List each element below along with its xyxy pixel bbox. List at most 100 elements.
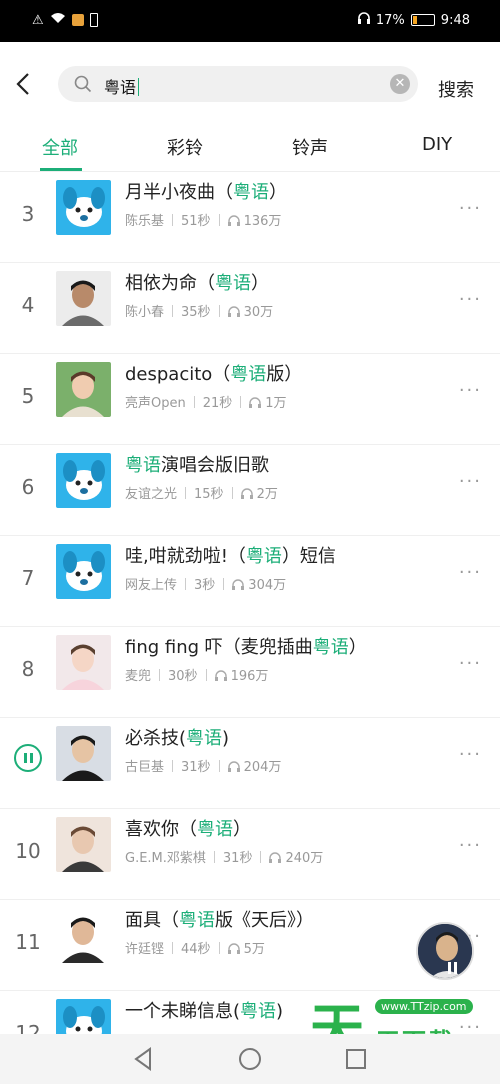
artist-name: 麦兜 <box>125 669 152 684</box>
highlight-keyword: 粤语 <box>215 273 251 294</box>
list-item[interactable]: 3 月半小夜曲（粤语） 陈乐基 51秒 136万 ··· <box>0 172 500 263</box>
tab-diy[interactable]: DIY <box>422 134 452 155</box>
song-thumbnail <box>56 362 111 417</box>
title-suffix: ) <box>222 728 230 749</box>
item-meta: 陈乐基 51秒 136万 <box>125 210 281 229</box>
nav-recents-icon[interactable] <box>344 1047 368 1071</box>
headphone-icon <box>227 761 240 772</box>
song-title: 必杀技(粤语) <box>125 724 229 750</box>
result-list: 3 月半小夜曲（粤语） 陈乐基 51秒 136万 ··· 4 相依为命（粤语） 陈小春 35秒 30… <box>0 172 500 1034</box>
item-meta: 陈小春 35秒 30万 <box>125 301 273 320</box>
play-count: 240万 <box>285 851 324 866</box>
artist-name: G.E.M.邓紫棋 <box>125 851 206 866</box>
title-suffix: ）短信 <box>281 546 336 567</box>
more-options-icon[interactable]: ··· <box>459 653 482 674</box>
title-prefix: 喜欢你（ <box>125 819 197 840</box>
list-item[interactable]: 8 fing fing 吓（麦兜插曲粤语） 麦兜 30秒 196万 ··· <box>0 627 500 718</box>
play-count: 196万 <box>230 669 269 684</box>
divider <box>223 578 225 590</box>
highlight-keyword: 粤语 <box>240 1001 277 1022</box>
more-options-icon[interactable]: ··· <box>459 835 482 856</box>
duration: 15秒 <box>194 487 224 502</box>
more-options-icon[interactable]: ··· <box>459 471 482 492</box>
title-suffix: ） <box>348 637 367 658</box>
nav-back-icon[interactable] <box>132 1047 154 1071</box>
song-thumbnail <box>56 817 111 872</box>
title-suffix: ) <box>276 1001 284 1022</box>
title-suffix: ） <box>251 273 269 294</box>
rank-number: 8 <box>21 657 35 681</box>
divider <box>240 396 242 408</box>
alert-icon: ⚠ <box>32 12 44 28</box>
mini-player-button[interactable] <box>416 922 474 980</box>
rank-number: 6 <box>21 475 35 499</box>
wifi-icon <box>50 12 66 28</box>
more-options-icon[interactable]: ··· <box>459 380 482 401</box>
duration: 51秒 <box>181 214 211 229</box>
list-item[interactable]: 6 粤语演唱会版旧歌 友谊之光 15秒 2万 ··· <box>0 445 500 536</box>
rank-number: 3 <box>21 202 35 226</box>
title-prefix: 面具（ <box>125 910 179 931</box>
system-nav-bar <box>0 1034 500 1084</box>
artist-name: 陈乐基 <box>125 214 165 229</box>
duration: 30秒 <box>168 669 198 684</box>
title-prefix: 必杀技( <box>125 728 187 749</box>
tab-all[interactable]: 全部 <box>42 134 78 160</box>
artist-name: 古巨基 <box>125 760 165 775</box>
song-title: 喜欢你（粤语） <box>125 815 251 841</box>
title-prefix: 相依为命（ <box>125 273 215 294</box>
more-options-icon[interactable]: ··· <box>459 744 482 765</box>
search-header: 粤语 ✕ 搜索 <box>0 42 500 122</box>
highlight-keyword: 粤语 <box>312 637 349 658</box>
rank-number: 4 <box>21 293 35 317</box>
song-thumbnail <box>56 908 111 963</box>
headphone-icon <box>269 852 282 863</box>
title-prefix: 一个未睇信息( <box>125 1001 241 1022</box>
duration: 3秒 <box>194 578 216 593</box>
more-options-icon[interactable]: ··· <box>459 198 482 219</box>
title-suffix: 版《天后》） <box>215 910 314 931</box>
search-button[interactable]: 搜索 <box>438 76 474 102</box>
pause-icon[interactable] <box>14 744 42 772</box>
more-options-icon[interactable]: ··· <box>459 562 482 583</box>
item-meta: 网友上传 3秒 304万 <box>125 574 286 593</box>
tab-ringback[interactable]: 彩铃 <box>167 134 203 160</box>
play-count: 1万 <box>265 396 287 411</box>
clear-icon[interactable]: ✕ <box>390 74 410 94</box>
divider <box>213 851 215 863</box>
headphone-icon <box>227 943 240 954</box>
highlight-keyword: 粤语 <box>179 910 215 931</box>
divider <box>185 578 187 590</box>
list-item[interactable]: 5 despacito（粤语版） 亮声Open 21秒 1万 ··· <box>0 354 500 445</box>
song-thumbnail <box>56 453 111 508</box>
song-thumbnail <box>56 635 111 690</box>
song-title: despacito（粤语版） <box>125 360 302 386</box>
song-title: 一个未睇信息(粤语) <box>125 997 283 1023</box>
list-item[interactable]: 4 相依为命（粤语） 陈小春 35秒 30万 ··· <box>0 263 500 354</box>
search-input[interactable]: 粤语 ✕ <box>58 66 418 102</box>
rank-number: 5 <box>21 384 35 408</box>
list-item[interactable]: 7 哇,咁就劲啦!（粤语）短信 网友上传 3秒 304万 ··· <box>0 536 500 627</box>
more-options-icon[interactable]: ··· <box>459 289 482 310</box>
divider <box>159 669 161 681</box>
play-count: 304万 <box>248 578 287 593</box>
back-button[interactable] <box>12 66 36 102</box>
title-prefix: 月半小夜曲（ <box>125 182 233 203</box>
item-meta: 许廷铿 44秒 5万 <box>125 938 265 957</box>
duration: 31秒 <box>222 851 253 866</box>
tab-ringtone[interactable]: 铃声 <box>292 134 328 160</box>
search-icon <box>74 75 92 93</box>
list-item[interactable]: 必杀技(粤语) 古巨基 31秒 204万 ··· <box>0 718 500 809</box>
nav-home-icon[interactable] <box>238 1047 262 1071</box>
status-icons-right: 17% 9:48 <box>357 12 470 28</box>
song-title: 哇,咁就劲啦!（粤语）短信 <box>125 542 336 568</box>
play-count: 204万 <box>243 760 282 775</box>
song-thumbnail <box>56 544 111 599</box>
headphone-icon <box>249 397 262 408</box>
list-item[interactable]: 10 喜欢你（粤语） G.E.M.邓紫棋 31秒 240万 ··· <box>0 809 500 900</box>
highlight-keyword: 粤语 <box>245 546 282 567</box>
title-suffix: 演唱会版旧歌 <box>161 455 269 476</box>
divider <box>172 760 174 772</box>
play-count: 2万 <box>256 487 278 502</box>
battery-saver-icon <box>89 13 98 27</box>
